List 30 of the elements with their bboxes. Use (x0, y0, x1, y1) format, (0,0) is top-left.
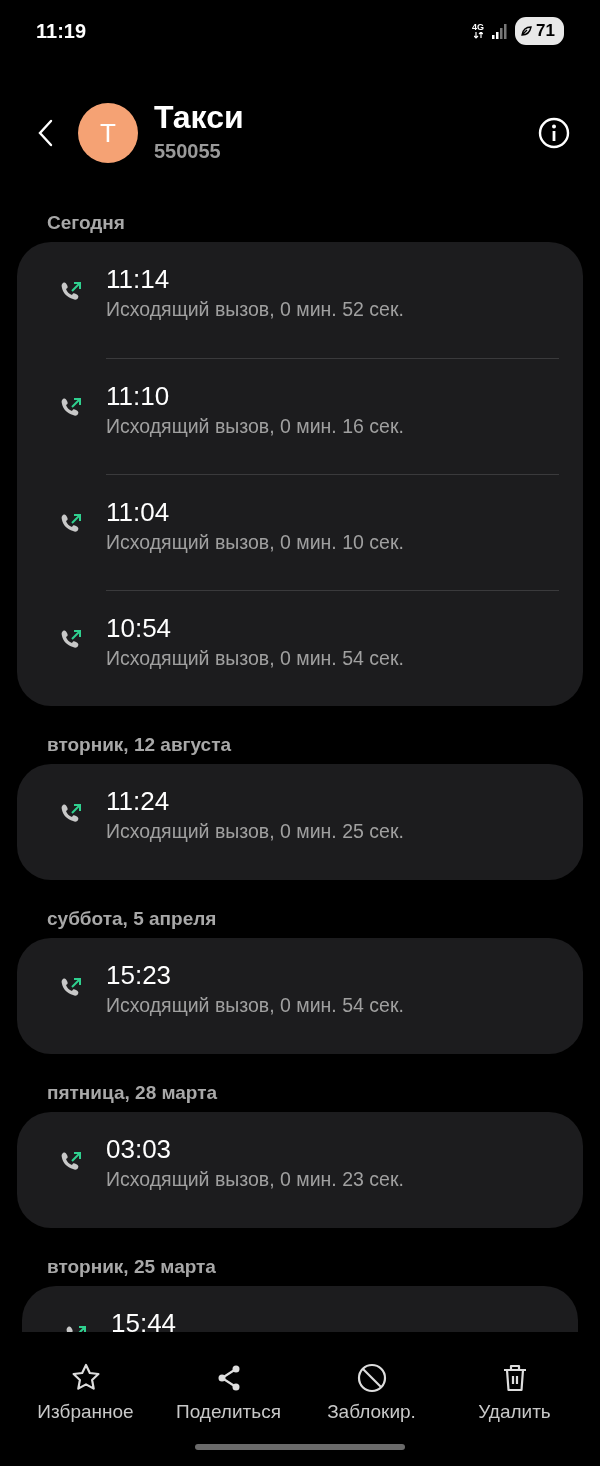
clock-time: 11:19 (36, 19, 87, 44)
call-time: 11:14 (106, 264, 171, 296)
date-header: пятница, 28 марта (46, 1081, 219, 1105)
call-time: 15:44 (111, 1308, 178, 1332)
call-time: 15:23 (106, 960, 173, 992)
call-time: 10:54 (106, 613, 173, 645)
date-header: вторник, 12 августа (46, 733, 233, 757)
call-description: Исходящий вызов, 0 мин. 10 сек. (106, 530, 405, 556)
call-time: 11:04 (106, 497, 171, 529)
call-description: Исходящий вызов, 0 мин. 16 сек. (106, 414, 405, 440)
toolbar-button[interactable]: Избранное (18, 1360, 153, 1428)
contact-name: Такси (154, 100, 245, 136)
battery-level: 71 (536, 20, 555, 43)
date-header: Сегодня (46, 211, 126, 235)
call-time: 11:24 (106, 786, 171, 818)
call-time: 03:03 (106, 1134, 173, 1166)
phone-number: 550055 (154, 138, 222, 164)
toolbar-button[interactable]: Заблокир. (304, 1360, 439, 1428)
call-description: Исходящий вызов, 0 мин. 54 сек. (106, 646, 405, 672)
call-description: Исходящий вызов, 0 мин. 25 сек. (106, 819, 405, 845)
call-description: Исходящий вызов, 0 мин. 23 сек. (106, 1167, 405, 1193)
toolbar-button[interactable]: Удалить (447, 1360, 582, 1428)
call-description: Исходящий вызов, 0 мин. 52 сек. (106, 297, 405, 323)
call-time: 11:10 (106, 381, 171, 413)
date-header: суббота, 5 апреля (46, 907, 218, 931)
contact-avatar: Т (78, 103, 138, 163)
date-header: вторник, 25 марта (46, 1255, 217, 1279)
network-type: 4G (472, 23, 485, 32)
toolbar-button[interactable]: Поделиться (161, 1360, 296, 1428)
call-description: Исходящий вызов, 0 мин. 54 сек. (106, 993, 405, 1019)
